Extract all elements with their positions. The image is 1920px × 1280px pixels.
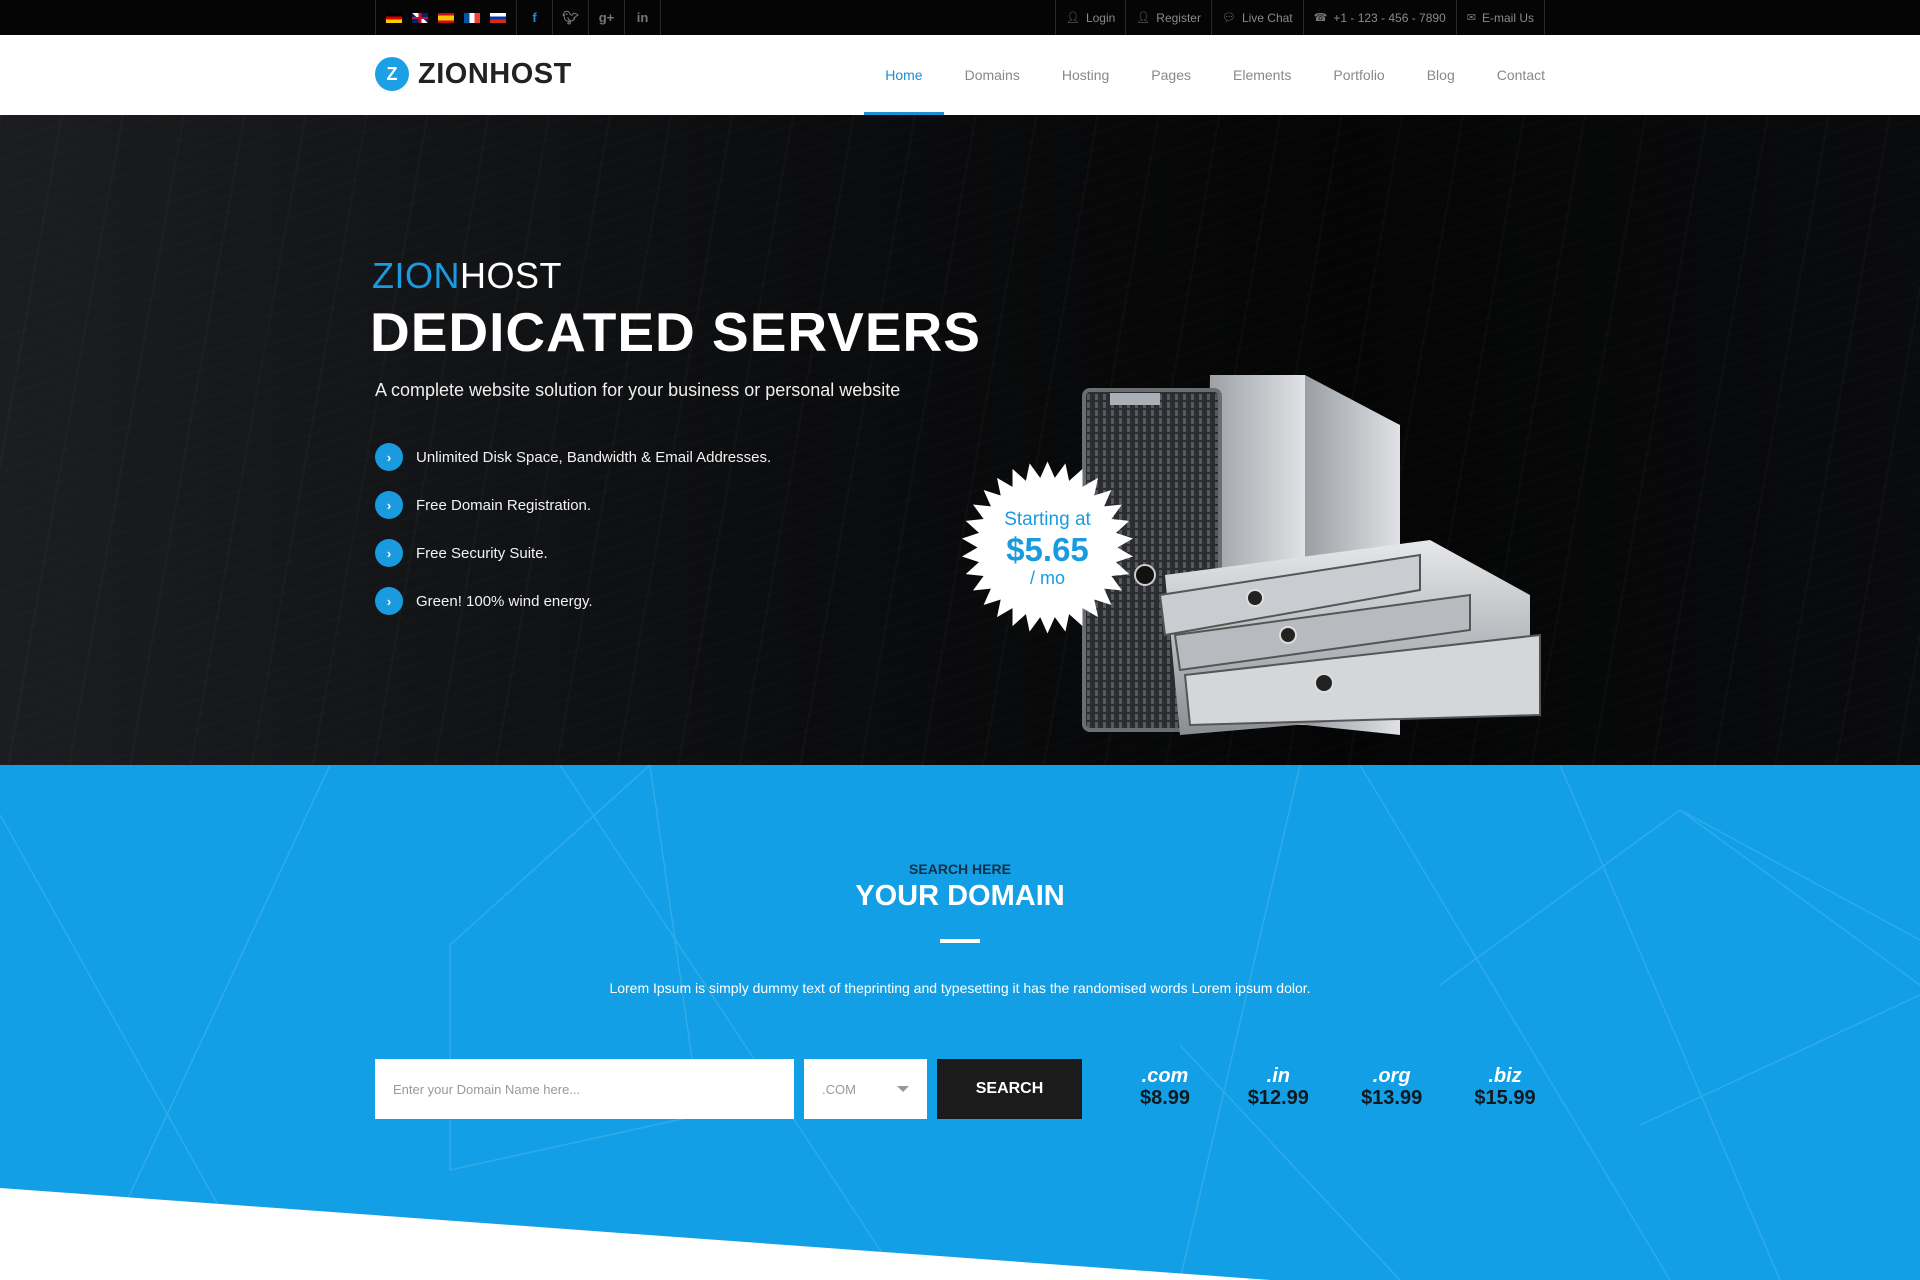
servers-illustration	[1082, 375, 1541, 735]
feature-text: Free Domain Registration.	[416, 496, 592, 514]
nav-home[interactable]: Home	[864, 35, 944, 115]
chevron-right-icon: ›	[375, 539, 403, 567]
price-badge: Starting at $5.65 / mo	[960, 460, 1135, 635]
google-plus-icon[interactable]: g+	[589, 0, 625, 35]
badge-price: $5.65	[1006, 530, 1089, 568]
register-label: Register	[1156, 10, 1201, 25]
flag-german-icon[interactable]	[386, 12, 402, 23]
top-bar-left: f 🐦︎ g+ in	[375, 0, 661, 35]
linkedin-icon[interactable]: in	[625, 0, 661, 35]
login-link[interactable]: 👤︎ Login	[1054, 0, 1125, 35]
chevron-right-icon: ›	[375, 443, 403, 471]
flag-english-icon[interactable]	[412, 12, 428, 23]
hero-brand: ZIONHOST	[372, 255, 562, 297]
feature-list: › Unlimited Disk Space, Bandwidth & Email…	[375, 443, 771, 635]
hero-section: ZIONHOST DEDICATED SERVERS A complete we…	[0, 115, 1920, 765]
feature-text: Unlimited Disk Space, Bandwidth & Email …	[416, 448, 772, 466]
main-nav: Home Domains Hosting Pages Elements Port…	[864, 35, 1545, 115]
hero-description: A complete website solution for your bus…	[375, 380, 901, 400]
user-icon: 👤︎	[1065, 12, 1080, 24]
domain-search-section: SEARCH HERE YOUR DOMAIN Lorem Ipsum is s…	[0, 765, 1920, 1280]
feature-text: Free Security Suite.	[416, 544, 548, 562]
envelope-icon: ✉	[1466, 12, 1476, 24]
login-label: Login	[1085, 10, 1116, 25]
nav-domains[interactable]: Domains	[944, 35, 1041, 115]
top-bar-right: 👤︎ Login 👤︎ Register 💬︎ Live Chat ☎ +1 -…	[1054, 0, 1545, 35]
live-chat-link[interactable]: 💬︎ Live Chat	[1210, 0, 1303, 35]
badge-starting: Starting at	[1004, 508, 1091, 530]
hero-brand-rest: HOST	[460, 255, 563, 296]
email-link[interactable]: ✉ E-mail Us	[1455, 0, 1545, 35]
register-link[interactable]: 👤︎ Register	[1125, 0, 1211, 35]
logo-mark-icon: Z	[375, 57, 409, 91]
site-header: Z ZIONHOST Home Domains Hosting Pages El…	[0, 35, 1920, 115]
live-chat-label: Live Chat	[1241, 10, 1293, 25]
nav-blog[interactable]: Blog	[1406, 35, 1476, 115]
nav-pages[interactable]: Pages	[1130, 35, 1212, 115]
logo[interactable]: Z ZIONHOST	[375, 57, 572, 91]
phone-label: +1 - 123 - 456 - 7890	[1333, 10, 1446, 25]
bottom-white-wedge	[0, 1188, 1270, 1280]
chat-icon: 💬︎	[1221, 12, 1236, 24]
twitter-icon[interactable]: 🐦︎	[553, 0, 589, 35]
flag-french-icon[interactable]	[464, 12, 480, 23]
badge-period: / mo	[1029, 567, 1065, 588]
feature-text: Green! 100% wind energy.	[416, 592, 593, 610]
logo-text: ZIONHOST	[418, 57, 572, 90]
nav-elements[interactable]: Elements	[1212, 35, 1312, 115]
flag-russian-icon[interactable]	[490, 12, 506, 23]
hero-background	[0, 115, 1920, 765]
flag-spanish-icon[interactable]	[438, 12, 454, 23]
hero-title: DEDICATED SERVERS	[370, 301, 981, 363]
top-bar: f 🐦︎ g+ in 👤︎ Login 👤︎ Register 💬︎ Live …	[0, 0, 1920, 35]
chevron-right-icon: ›	[375, 491, 403, 519]
nav-hosting[interactable]: Hosting	[1041, 35, 1130, 115]
email-label: E-mail Us	[1481, 10, 1534, 25]
phone-link[interactable]: ☎ +1 - 123 - 456 - 7890	[1302, 0, 1456, 35]
nav-contact[interactable]: Contact	[1476, 35, 1545, 115]
phone-icon: ☎	[1313, 12, 1328, 24]
chevron-right-icon: ›	[375, 587, 403, 615]
language-flags	[375, 0, 517, 35]
hero-brand-accent: ZION	[372, 255, 460, 296]
facebook-icon[interactable]: f	[517, 0, 553, 35]
nav-portfolio[interactable]: Portfolio	[1312, 35, 1405, 115]
feature-item: › Free Domain Registration.	[375, 491, 771, 519]
user-icon: 👤︎	[1136, 12, 1151, 24]
feature-item: › Green! 100% wind energy.	[375, 587, 771, 615]
badge-text: Starting at $5.65 / mo	[960, 460, 1135, 635]
feature-item: › Free Security Suite.	[375, 539, 771, 567]
feature-item: › Unlimited Disk Space, Bandwidth & Email…	[375, 443, 771, 471]
